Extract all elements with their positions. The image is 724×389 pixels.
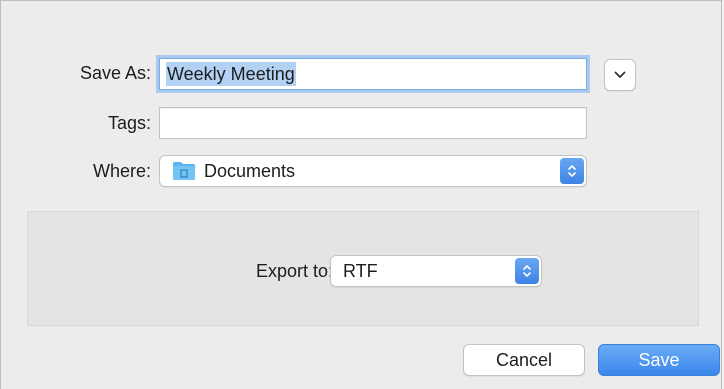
export-format-value: RTF xyxy=(343,260,378,281)
export-format-popup[interactable]: RTF xyxy=(330,255,542,287)
save-as-value: Weekly Meeting xyxy=(166,62,296,86)
save-button[interactable]: Save xyxy=(598,344,720,376)
chevron-down-icon xyxy=(614,71,626,78)
updown-arrows-icon xyxy=(568,165,576,177)
save-as-field[interactable]: Weekly Meeting xyxy=(159,58,587,90)
cancel-button[interactable]: Cancel xyxy=(463,344,585,376)
expand-dialog-button[interactable] xyxy=(604,59,636,91)
tags-label: Tags: xyxy=(107,113,151,133)
where-value: Documents xyxy=(204,160,296,181)
save-as-label: Save As: xyxy=(79,63,151,83)
where-stepper xyxy=(560,158,584,184)
save-dialog: Save As: Weekly Meeting Tags: Where: Doc… xyxy=(0,0,722,389)
export-to-label: Export to: xyxy=(255,261,333,281)
where-label: Where: xyxy=(92,161,151,181)
tags-field[interactable] xyxy=(159,107,587,139)
export-options-panel: Export to: RTF xyxy=(27,211,699,326)
export-format-stepper xyxy=(515,258,539,284)
updown-arrows-icon xyxy=(523,265,531,277)
where-popup[interactable]: Documents xyxy=(159,155,587,187)
folder-icon xyxy=(173,162,195,180)
